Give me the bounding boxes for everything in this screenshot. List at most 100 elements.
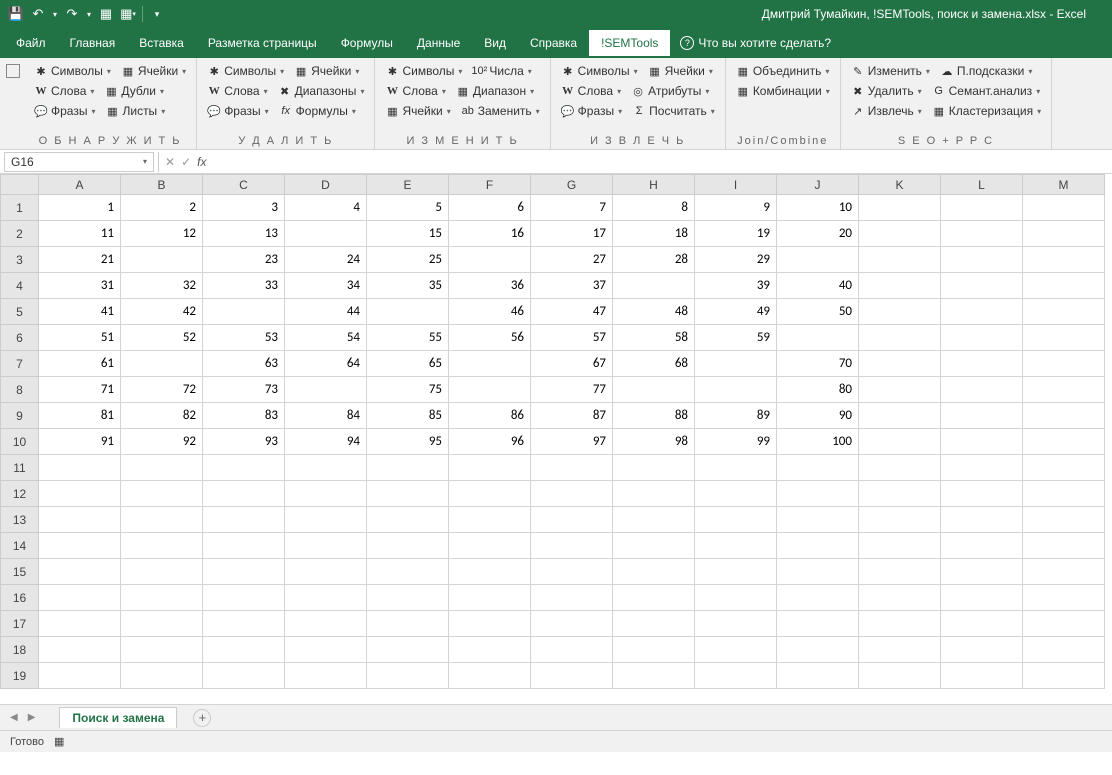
cell-K19[interactable] xyxy=(859,663,941,689)
cell-D9[interactable]: 84 xyxy=(285,403,367,429)
cell-B11[interactable] xyxy=(121,455,203,481)
cell-L14[interactable] xyxy=(941,533,1023,559)
cell-B1[interactable]: 2 xyxy=(121,195,203,221)
cell-D1[interactable]: 4 xyxy=(285,195,367,221)
cell-E1[interactable]: 5 xyxy=(367,195,449,221)
ribbon-btn-ячейки[interactable]: ▦Ячейки▾ xyxy=(644,62,717,80)
menu-tab-вставка[interactable]: Вставка xyxy=(127,30,196,56)
cell-C19[interactable] xyxy=(203,663,285,689)
col-header-H[interactable]: H xyxy=(613,175,695,195)
cell-I6[interactable]: 59 xyxy=(695,325,777,351)
cell-M1[interactable] xyxy=(1023,195,1105,221)
cell-B16[interactable] xyxy=(121,585,203,611)
cell-C5[interactable] xyxy=(203,299,285,325)
cell-L15[interactable] xyxy=(941,559,1023,585)
undo-dd[interactable]: ▾ xyxy=(50,4,60,24)
ribbon-btn-изменить[interactable]: ✎Изменить▾ xyxy=(847,62,934,80)
cell-K16[interactable] xyxy=(859,585,941,611)
col-header-I[interactable]: I xyxy=(695,175,777,195)
row-header-7[interactable]: 7 xyxy=(1,351,39,377)
cell-D10[interactable]: 94 xyxy=(285,429,367,455)
cell-H2[interactable]: 18 xyxy=(613,221,695,247)
ribbon-btn-извлечь[interactable]: ↗Извлечь▾ xyxy=(847,102,926,120)
cell-D8[interactable] xyxy=(285,377,367,403)
col-header-F[interactable]: F xyxy=(449,175,531,195)
cell-J14[interactable] xyxy=(777,533,859,559)
ribbon-btn-слова[interactable]: WСлова▾ xyxy=(557,82,625,100)
cell-A3[interactable]: 21 xyxy=(39,247,121,273)
ribbon-btn-удалить[interactable]: ✖Удалить▾ xyxy=(847,82,926,100)
cell-L12[interactable] xyxy=(941,481,1023,507)
cell-J7[interactable]: 70 xyxy=(777,351,859,377)
cell-K8[interactable] xyxy=(859,377,941,403)
cell-M14[interactable] xyxy=(1023,533,1105,559)
cell-E3[interactable]: 25 xyxy=(367,247,449,273)
cell-G8[interactable]: 77 xyxy=(531,377,613,403)
cell-H12[interactable] xyxy=(613,481,695,507)
cell-M5[interactable] xyxy=(1023,299,1105,325)
cell-E4[interactable]: 35 xyxy=(367,273,449,299)
cell-A13[interactable] xyxy=(39,507,121,533)
cell-I3[interactable]: 29 xyxy=(695,247,777,273)
cell-J17[interactable] xyxy=(777,611,859,637)
col-header-A[interactable]: A xyxy=(39,175,121,195)
formula-input[interactable] xyxy=(212,152,1112,172)
cell-I5[interactable]: 49 xyxy=(695,299,777,325)
ribbon-btn-диапазон[interactable]: ▦Диапазон▾ xyxy=(452,82,538,100)
ribbon-btn-символы[interactable]: ✱Символы▾ xyxy=(557,62,642,80)
cell-E5[interactable] xyxy=(367,299,449,325)
cell-E8[interactable]: 75 xyxy=(367,377,449,403)
menu-tab-справка[interactable]: Справка xyxy=(518,30,589,56)
menu-tab-!semtools[interactable]: !SEMTools xyxy=(589,30,670,56)
cell-H7[interactable]: 68 xyxy=(613,351,695,377)
cell-M10[interactable] xyxy=(1023,429,1105,455)
cell-I7[interactable] xyxy=(695,351,777,377)
cell-K5[interactable] xyxy=(859,299,941,325)
cell-D18[interactable] xyxy=(285,637,367,663)
row-header-13[interactable]: 13 xyxy=(1,507,39,533)
cell-K1[interactable] xyxy=(859,195,941,221)
cell-C11[interactable] xyxy=(203,455,285,481)
cell-J3[interactable] xyxy=(777,247,859,273)
ribbon-btn-формулы[interactable]: fxФормулы▾ xyxy=(275,102,360,120)
sheet-tab[interactable]: Поиск и замена xyxy=(59,707,177,728)
cell-C15[interactable] xyxy=(203,559,285,585)
cell-I15[interactable] xyxy=(695,559,777,585)
cell-L2[interactable] xyxy=(941,221,1023,247)
cell-D5[interactable]: 44 xyxy=(285,299,367,325)
cell-B2[interactable]: 12 xyxy=(121,221,203,247)
cell-A4[interactable]: 31 xyxy=(39,273,121,299)
enter-fx-icon[interactable]: ✓ xyxy=(181,155,191,169)
cell-F18[interactable] xyxy=(449,637,531,663)
row-header-10[interactable]: 10 xyxy=(1,429,39,455)
cell-A10[interactable]: 91 xyxy=(39,429,121,455)
cancel-fx-icon[interactable]: ✕ xyxy=(165,155,175,169)
cell-D17[interactable] xyxy=(285,611,367,637)
cell-K12[interactable] xyxy=(859,481,941,507)
redo-dd[interactable]: ▾ xyxy=(84,4,94,24)
cell-L6[interactable] xyxy=(941,325,1023,351)
cell-F10[interactable]: 96 xyxy=(449,429,531,455)
menu-tab-главная[interactable]: Главная xyxy=(58,30,128,56)
cell-L17[interactable] xyxy=(941,611,1023,637)
cell-B18[interactable] xyxy=(121,637,203,663)
cell-L13[interactable] xyxy=(941,507,1023,533)
cell-D11[interactable] xyxy=(285,455,367,481)
cell-H13[interactable] xyxy=(613,507,695,533)
cell-J8[interactable]: 80 xyxy=(777,377,859,403)
cell-A9[interactable]: 81 xyxy=(39,403,121,429)
cell-J2[interactable]: 20 xyxy=(777,221,859,247)
menu-tab-данные[interactable]: Данные xyxy=(405,30,472,56)
cell-G14[interactable] xyxy=(531,533,613,559)
cell-G16[interactable] xyxy=(531,585,613,611)
cell-G15[interactable] xyxy=(531,559,613,585)
cell-H8[interactable] xyxy=(613,377,695,403)
cell-L4[interactable] xyxy=(941,273,1023,299)
cell-E11[interactable] xyxy=(367,455,449,481)
ribbon-btn-листы[interactable]: ▦Листы▾ xyxy=(101,102,169,120)
cell-C3[interactable]: 23 xyxy=(203,247,285,273)
select-all-corner[interactable] xyxy=(1,175,39,195)
cell-M8[interactable] xyxy=(1023,377,1105,403)
cell-B3[interactable] xyxy=(121,247,203,273)
ribbon-btn-ячейки[interactable]: ▦Ячейки▾ xyxy=(290,62,363,80)
